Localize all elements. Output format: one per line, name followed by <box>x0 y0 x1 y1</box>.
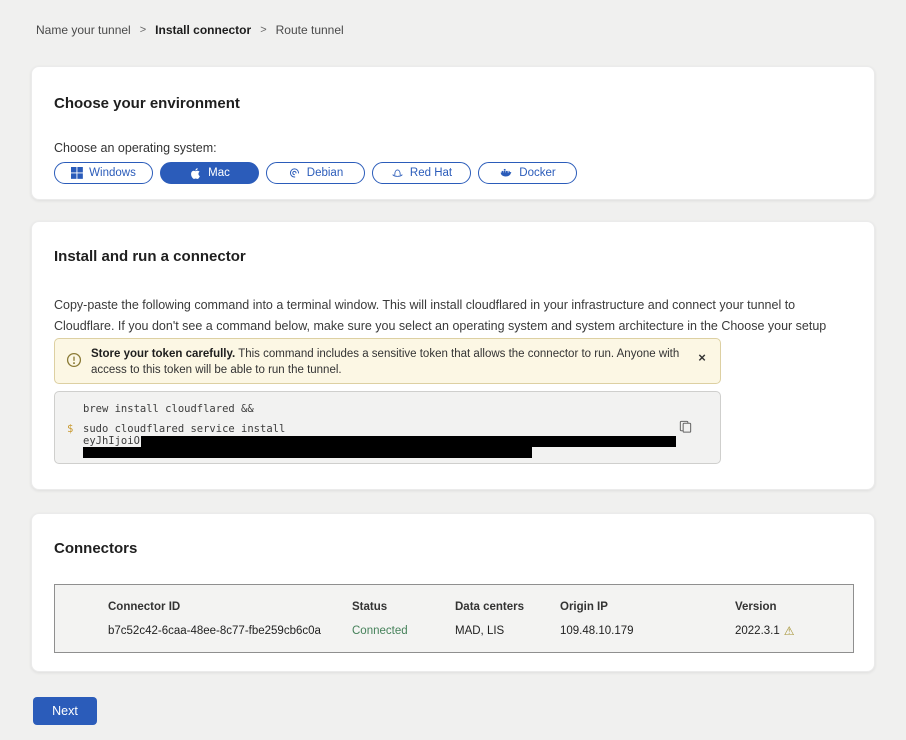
connectors-table-header: Connector ID Status Data centers Origin … <box>108 601 843 613</box>
breadcrumb: Name your tunnel > Install connector > R… <box>36 23 344 37</box>
token-warning-text: Store your token carefully. This command… <box>91 346 690 378</box>
environment-card: Choose your environment Choose an operat… <box>31 66 875 200</box>
breadcrumb-install-connector[interactable]: Install connector <box>155 23 251 37</box>
breadcrumb-separator: > <box>140 24 146 36</box>
breadcrumb-separator: > <box>260 24 266 36</box>
os-button-windows[interactable]: Windows <box>54 162 153 184</box>
os-button-docker[interactable]: Docker <box>478 162 577 184</box>
token-warning-bold: Store your token carefully. <box>91 348 235 360</box>
os-select-label: Choose an operating system: <box>54 141 852 155</box>
os-button-mac[interactable]: Mac <box>160 162 259 184</box>
connectors-table: Connector ID Status Data centers Origin … <box>54 584 854 653</box>
column-header-status: Status <box>352 601 455 613</box>
environment-card-title: Choose your environment <box>54 95 852 112</box>
data-centers-value: MAD, LIS <box>455 625 560 637</box>
windows-icon <box>71 167 83 179</box>
column-header-data-centers: Data centers <box>455 601 560 613</box>
copy-icon[interactable] <box>676 419 694 437</box>
table-row: b7c52c42-6caa-48ee-8c77-fbe259cb6c0a Con… <box>108 625 843 637</box>
status-badge: Connected <box>352 625 455 637</box>
column-header-connector-id: Connector ID <box>108 601 352 613</box>
redacted-token-bar <box>141 436 676 447</box>
os-button-redhat[interactable]: Red Hat <box>372 162 471 184</box>
os-button-label: Mac <box>208 167 230 179</box>
os-button-debian[interactable]: Debian <box>266 162 365 184</box>
install-card-title: Install and run a connector <box>54 248 852 265</box>
column-header-origin-ip: Origin IP <box>560 601 735 613</box>
code-line-service-install: sudo cloudflared service install <box>83 423 285 435</box>
docker-icon <box>499 167 513 180</box>
next-button[interactable]: Next <box>33 697 97 725</box>
alert-circle-icon <box>66 352 82 373</box>
apple-icon <box>189 167 202 180</box>
connector-id-value: b7c52c42-6caa-48ee-8c77-fbe259cb6c0a <box>108 625 352 637</box>
connectors-card: Connectors Connector ID Status Data cent… <box>31 513 875 672</box>
token-prefix: eyJhIjoiO <box>83 435 140 447</box>
os-button-row: Windows Mac Debian Red Hat Docker <box>54 162 852 184</box>
shell-prompt: $ <box>67 423 73 435</box>
version-warning-icon: ⚠ <box>784 625 795 637</box>
debian-icon <box>288 167 301 180</box>
column-header-version: Version <box>735 601 843 613</box>
os-button-label: Docker <box>519 167 555 179</box>
install-connector-card: Install and run a connector Copy-paste t… <box>31 221 875 490</box>
token-line: eyJhIjoiO <box>83 435 676 447</box>
breadcrumb-route-tunnel[interactable]: Route tunnel <box>276 23 344 37</box>
breadcrumb-name-your-tunnel[interactable]: Name your tunnel <box>36 23 131 37</box>
close-icon[interactable]: × <box>694 350 710 366</box>
connectors-card-title: Connectors <box>54 540 852 557</box>
install-command-code-block: brew install cloudflared && $ sudo cloud… <box>54 391 721 464</box>
redhat-icon <box>391 167 404 180</box>
os-button-label: Red Hat <box>410 167 452 179</box>
os-button-label: Debian <box>307 167 343 179</box>
os-button-label: Windows <box>89 167 136 179</box>
token-warning-banner: Store your token carefully. This command… <box>54 338 721 384</box>
version-value: 2022.3.1 ⚠ <box>735 625 843 637</box>
origin-ip-value: 109.48.10.179 <box>560 625 735 637</box>
code-line-brew: brew install cloudflared && <box>83 403 254 415</box>
redacted-token-bar <box>83 447 532 458</box>
